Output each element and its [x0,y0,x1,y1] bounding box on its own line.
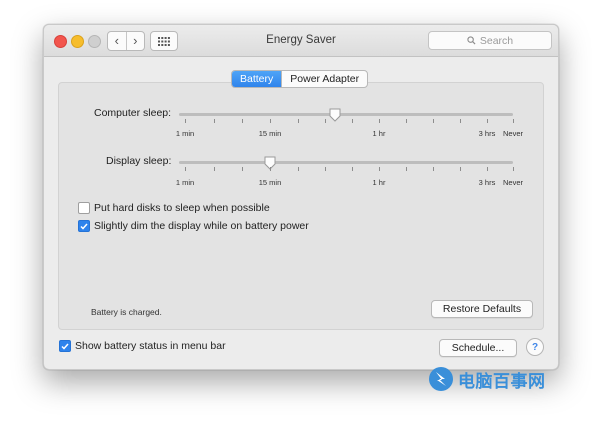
display-sleep-tick-label: 15 min [258,178,282,187]
checkmark-icon [61,343,69,350]
slider-tick [487,119,488,123]
dim-display-option[interactable]: Slightly dim the display while on batter… [78,220,309,232]
question-mark-icon: ? [531,341,539,353]
show-battery-status-option[interactable]: Show battery status in menu bar [59,340,226,352]
slider-tick [185,119,186,123]
slider-tick [352,119,353,123]
watermark: 电脑百事网 [428,366,546,392]
schedule-button[interactable]: Schedule... [439,339,517,357]
slider-tick [433,119,434,123]
slider-tick [379,119,380,123]
slider-tick [325,167,326,171]
slider-tick [242,167,243,171]
restore-defaults-button[interactable]: Restore Defaults [431,300,533,318]
slider-tick [270,119,271,123]
slider-tick [352,167,353,171]
display-sleep-slider[interactable] [179,161,513,164]
show-battery-status-checkbox[interactable] [59,340,71,352]
computer-sleep-tick-label: 15 min [258,129,282,138]
slider-tick [214,167,215,171]
battery-status-text: Battery is charged. [91,307,162,317]
search-icon [467,36,476,45]
dim-display-checkbox[interactable] [78,220,90,232]
search-placeholder: Search [479,34,514,47]
slider-tick [487,167,488,171]
slider-tick [513,167,514,171]
display-sleep-tick-label: 1 hr [372,178,386,187]
display-sleep-tick-label: 3 hrs [478,178,496,187]
energy-saver-window: ‹ › Energy Saver Search Battery Power Ad… [43,24,559,370]
slider-tick [513,119,514,123]
display-sleep-tick-label: Never [502,178,524,187]
watermark-text: 电脑百事网 [458,371,546,391]
computer-sleep-tick-label: 3 hrs [478,129,496,138]
computer-sleep-thumb[interactable] [329,108,341,122]
computer-sleep-tick-label: Never [502,129,524,138]
slider-tick [325,119,326,123]
slider-tick [460,167,461,171]
slider-tick [433,167,434,171]
computer-sleep-tick-label: 1 min [175,129,195,138]
slider-tick [298,119,299,123]
slider-tick [406,167,407,171]
slider-tick [460,119,461,123]
computer-sleep-label: Computer sleep: [94,107,172,119]
slider-tick [298,167,299,171]
slider-tick [406,119,407,123]
slider-tick [185,167,186,171]
display-sleep-label: Display sleep: [106,155,172,167]
hard-disks-checkbox[interactable] [78,202,90,214]
computer-sleep-slider[interactable] [179,113,513,116]
slider-tick [379,167,380,171]
hard-disks-label: Put hard disks to sleep when possible [94,202,270,214]
dim-display-label: Slightly dim the display while on batter… [94,220,309,232]
title-bar: ‹ › Energy Saver Search [44,25,558,57]
watermark-logo-icon [429,367,453,391]
slider-tick [270,167,271,171]
power-source-tabs: Battery Power Adapter [231,70,369,88]
checkmark-icon [80,223,88,230]
show-battery-status-label: Show battery status in menu bar [75,340,226,352]
computer-sleep-tick-label: 1 hr [372,129,386,138]
search-field[interactable]: Search [428,31,552,50]
slider-tick [214,119,215,123]
help-button[interactable]: ? [526,338,544,356]
slider-tick [242,119,243,123]
display-sleep-tick-label: 1 min [175,178,195,187]
hard-disks-sleep-option[interactable]: Put hard disks to sleep when possible [78,202,270,214]
tab-power-adapter[interactable]: Power Adapter [281,71,367,87]
tab-battery[interactable]: Battery [232,71,282,87]
